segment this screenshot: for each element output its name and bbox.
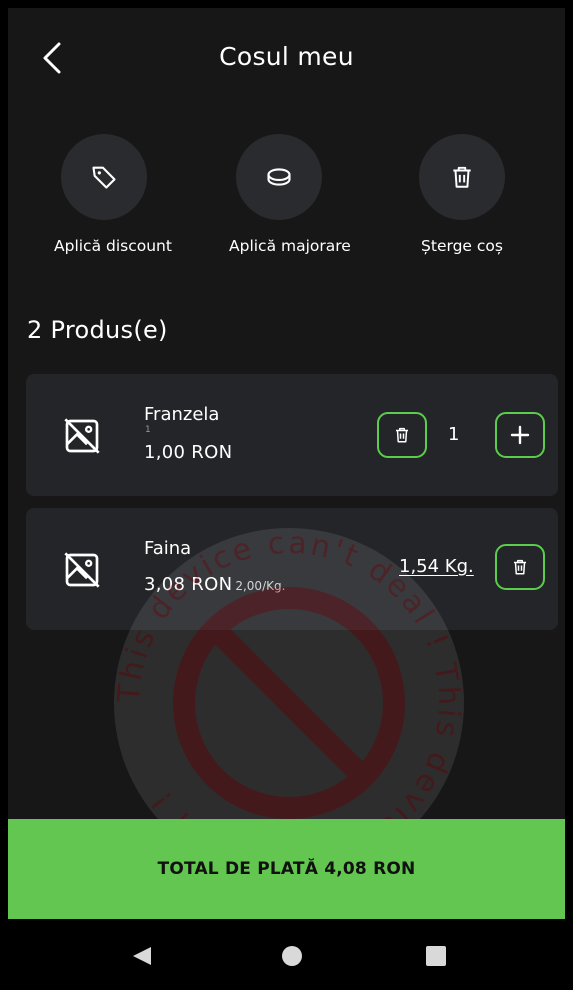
page-title: Cosul meu — [219, 42, 354, 71]
trash-icon — [514, 559, 526, 575]
apply-discount-label: Aplică discount — [54, 237, 172, 255]
tag-icon — [92, 166, 116, 189]
product-small-qty: 1 — [145, 425, 151, 435]
image-placeholder-icon — [64, 552, 100, 588]
apply-discount-button[interactable]: Aplică discount — [54, 134, 172, 255]
image-placeholder-icon — [64, 418, 100, 454]
remove-item-button[interactable] — [495, 544, 545, 590]
increase-quantity-button[interactable] — [495, 412, 545, 458]
trash-icon — [396, 427, 408, 443]
cart-actions: Aplică discount Aplică majorare Șterge c… — [8, 134, 565, 264]
clear-cart-circle — [419, 134, 505, 220]
nav-back-icon[interactable] — [133, 947, 151, 965]
clear-cart-button[interactable]: Șterge coș — [412, 134, 512, 255]
clear-cart-label: Șterge coș — [421, 237, 503, 255]
product-name: Franzela — [144, 404, 220, 425]
trash-icon — [453, 166, 471, 188]
nav-recents-icon[interactable] — [426, 946, 446, 966]
total-label: TOTAL DE PLATĂ 4,08 RON — [157, 859, 416, 879]
product-count: 2 Produs(e) — [27, 316, 168, 344]
apply-discount-circle — [61, 134, 147, 220]
apply-surcharge-circle — [236, 134, 322, 220]
item-quantity: 1 — [448, 424, 460, 445]
cart-item[interactable]: Franzela 1 1,00 RON 1 — [26, 374, 558, 496]
apply-surcharge-button[interactable]: Aplică majorare — [229, 134, 351, 255]
cart-screen: Cosul meu Aplică discount Aplică majorar… — [8, 8, 565, 919]
total-pay-button[interactable]: TOTAL DE PLATĂ 4,08 RON — [8, 819, 565, 919]
product-price: 1,00 RON — [144, 442, 233, 463]
plus-icon — [510, 425, 530, 445]
remove-item-button[interactable] — [377, 412, 427, 458]
nav-home-icon[interactable] — [282, 946, 302, 966]
system-nav-bar — [0, 919, 573, 990]
header: Cosul meu — [8, 8, 565, 108]
coin-icon — [267, 168, 291, 186]
apply-surcharge-label: Aplică majorare — [229, 237, 351, 255]
